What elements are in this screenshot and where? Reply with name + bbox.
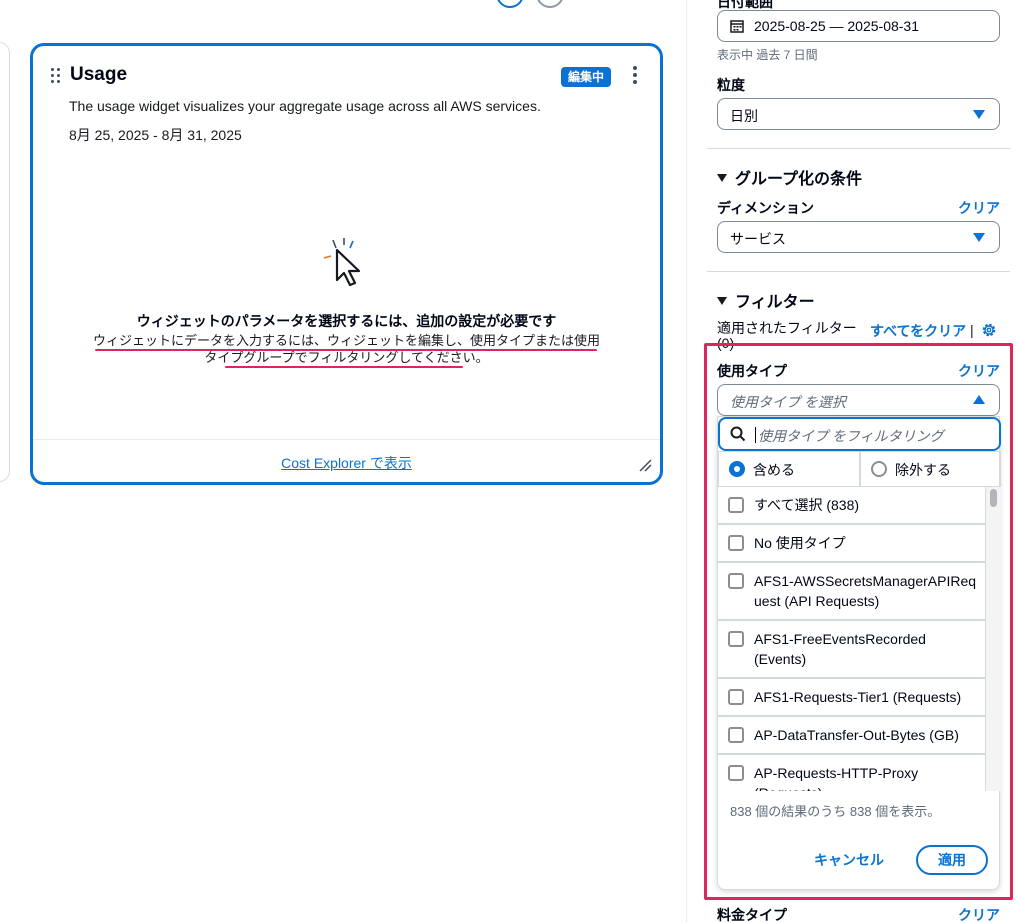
option-label: AP-DataTransfer-Out-Bytes (GB) bbox=[754, 727, 959, 743]
radio-unselected-icon bbox=[871, 461, 887, 477]
exclude-option[interactable]: 除外する bbox=[860, 451, 1001, 487]
adjacent-widget-edge bbox=[0, 42, 10, 482]
option-label: No 使用タイプ bbox=[754, 535, 846, 551]
resize-handle-icon[interactable] bbox=[638, 458, 652, 472]
option-ap-datatransfer[interactable]: AP-DataTransfer-Out-Bytes (GB) bbox=[718, 717, 986, 755]
usage-type-options-list: すべて選択 (838) No 使用タイプ AFS1-AWSSecretsMana… bbox=[718, 487, 986, 791]
usage-type-label: 使用タイプ bbox=[717, 363, 787, 379]
calendar-icon bbox=[730, 20, 744, 33]
date-range-hint: 表示中 過去 7 日間 bbox=[717, 48, 818, 62]
usage-type-placeholder: 使用タイプ を選択 bbox=[730, 394, 846, 410]
gear-icon[interactable] bbox=[981, 322, 997, 338]
option-ap-requests-http-proxy[interactable]: AP-Requests-HTTP-Proxy (Requests) bbox=[718, 755, 986, 791]
more-options-icon[interactable] bbox=[631, 66, 639, 84]
annotation-underline bbox=[225, 366, 463, 368]
widget-footer-divider bbox=[33, 439, 660, 440]
results-count: 838 個の結果のうち 838 個を表示。 bbox=[730, 804, 941, 819]
editing-badge: 編集中 bbox=[561, 67, 612, 87]
option-label: すべて選択 (838) bbox=[754, 497, 860, 513]
option-select-all[interactable]: すべて選択 (838) bbox=[718, 487, 986, 525]
pagination-dot-active[interactable] bbox=[496, 0, 524, 8]
caret-up-icon bbox=[973, 395, 985, 404]
option-label: AFS1-Requests-Tier1 (Requests) bbox=[754, 689, 962, 705]
scrollbar-thumb[interactable] bbox=[990, 489, 997, 507]
option-afs1-secretsmanager[interactable]: AFS1-AWSSecretsManagerAPIRequest (API Re… bbox=[718, 563, 986, 621]
cancel-button[interactable]: キャンセル bbox=[814, 850, 884, 870]
caret-down-icon bbox=[973, 233, 985, 242]
groupby-section-toggle[interactable]: グループ化の条件 bbox=[717, 165, 862, 189]
exclude-label: 除外する bbox=[895, 462, 951, 478]
checkbox-icon[interactable] bbox=[728, 497, 744, 513]
option-label: AP-Requests-HTTP-Proxy (Requests) bbox=[754, 765, 919, 791]
separator: | bbox=[970, 322, 974, 338]
cost-explorer-link[interactable]: Cost Explorer で表示 bbox=[281, 455, 412, 471]
granularity-value: 日別 bbox=[730, 108, 758, 124]
usage-type-dropdown: 使用タイプ をフィルタリング 含める 除外する すべて選択 (838) No 使… bbox=[717, 416, 1001, 890]
pagination-dot[interactable] bbox=[536, 0, 564, 8]
options-scrollbar[interactable] bbox=[986, 487, 1001, 791]
charge-type-label: 料金タイプ bbox=[717, 907, 787, 923]
checkbox-icon[interactable] bbox=[728, 727, 744, 743]
granularity-select[interactable]: 日別 bbox=[717, 98, 1000, 130]
filter-placeholder: 使用タイプ をフィルタリング bbox=[758, 428, 944, 444]
applied-filters-label: 適用されたフィルター (0) bbox=[717, 320, 857, 351]
caret-down-icon bbox=[717, 174, 727, 182]
granularity-label: 粒度 bbox=[717, 77, 745, 93]
filters-title: フィルター bbox=[735, 294, 815, 311]
dimension-clear-link[interactable]: クリア bbox=[958, 198, 1000, 218]
checkbox-icon[interactable] bbox=[728, 689, 744, 705]
date-range-input[interactable]: 2025-08-25 — 2025-08-31 bbox=[717, 10, 1000, 42]
widget-date-range: 8月 25, 2025 - 8月 31, 2025 bbox=[69, 127, 242, 143]
radio-selected-icon bbox=[729, 461, 745, 477]
section-divider bbox=[707, 148, 1010, 149]
filters-section-toggle[interactable]: フィルター bbox=[717, 288, 815, 312]
dimension-select[interactable]: サービス bbox=[717, 221, 1000, 253]
option-label: AFS1-AWSSecretsManagerAPIRequest (API Re… bbox=[754, 573, 977, 609]
checkbox-icon[interactable] bbox=[728, 573, 744, 589]
widget-description: The usage widget visualizes your aggrega… bbox=[69, 98, 541, 114]
option-label: AFS1-FreeEventsRecorded (Events) bbox=[754, 631, 926, 667]
checkbox-icon[interactable] bbox=[728, 765, 744, 781]
checkbox-icon[interactable] bbox=[728, 535, 744, 551]
annotation-underline bbox=[95, 349, 597, 351]
usage-type-filter-input[interactable]: 使用タイプ をフィルタリング bbox=[718, 417, 1001, 451]
caret-down-icon bbox=[717, 297, 727, 305]
usage-type-clear-link[interactable]: クリア bbox=[958, 361, 1000, 381]
date-range-value: 2025-08-25 — 2025-08-31 bbox=[754, 18, 920, 34]
usage-widget[interactable]: Usage 編集中 The usage widget visualizes yo… bbox=[30, 43, 663, 485]
widget-title: Usage bbox=[70, 64, 128, 85]
text-caret bbox=[755, 427, 756, 443]
dimension-value: サービス bbox=[730, 231, 786, 247]
apply-button[interactable]: 適用 bbox=[916, 845, 988, 875]
charge-type-clear-link[interactable]: クリア bbox=[958, 905, 1000, 923]
option-afs1-requests-tier1[interactable]: AFS1-Requests-Tier1 (Requests) bbox=[718, 679, 986, 717]
empty-state-title: ウィジェットのパラメータを選択するには、追加の設定が必要です bbox=[136, 313, 557, 329]
include-label: 含める bbox=[753, 462, 795, 478]
search-icon bbox=[730, 426, 746, 442]
checkbox-icon[interactable] bbox=[728, 631, 744, 647]
pointer-cursor-icon bbox=[323, 238, 361, 287]
groupby-title: グループ化の条件 bbox=[735, 171, 863, 188]
usage-type-select[interactable]: 使用タイプ を選択 bbox=[717, 384, 1000, 416]
settings-panel: 日付範囲 2025-08-25 — 2025-08-31 表示中 過去 7 日間… bbox=[686, 0, 1016, 923]
clear-all-link[interactable]: すべてをクリア bbox=[870, 321, 966, 341]
include-option[interactable]: 含める bbox=[718, 451, 860, 487]
section-divider bbox=[707, 271, 1010, 272]
option-afs1-free-events[interactable]: AFS1-FreeEventsRecorded (Events) bbox=[718, 621, 986, 679]
option-no-usage-type[interactable]: No 使用タイプ bbox=[718, 525, 986, 563]
caret-down-icon bbox=[973, 110, 985, 119]
dimension-label: ディメンション bbox=[717, 200, 815, 216]
footer-link-container: Cost Explorer で表示 bbox=[33, 453, 660, 473]
drag-handle-icon[interactable] bbox=[51, 68, 63, 84]
